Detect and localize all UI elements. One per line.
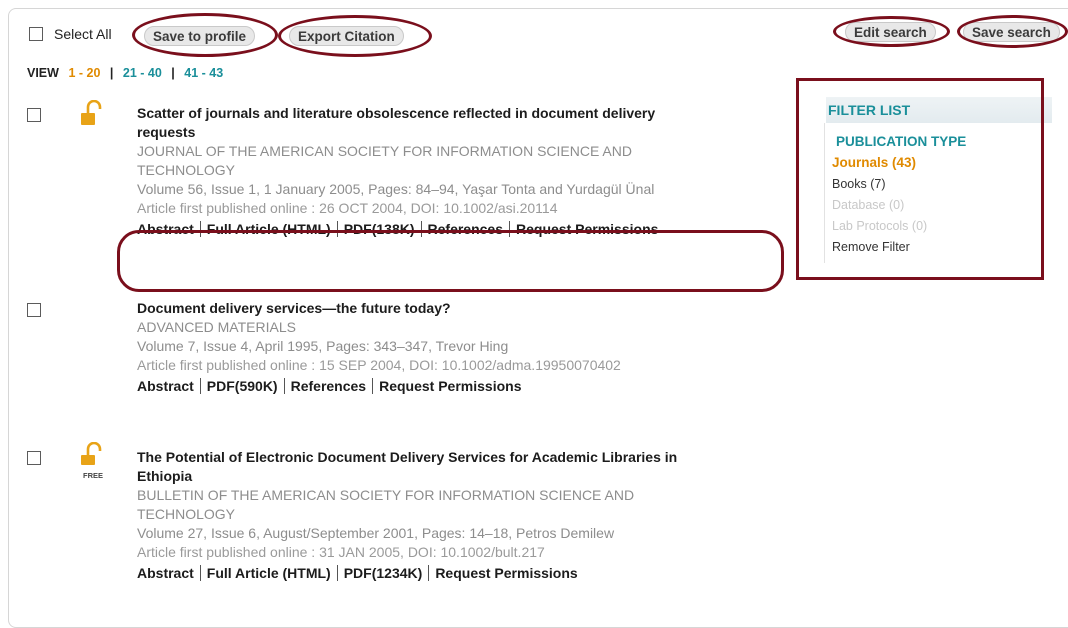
pdf-link[interactable]: PDF(590K) <box>207 378 278 394</box>
result-links: Abstract Full Article (HTML) PDF(138K) Refe… <box>137 220 807 239</box>
link-divider <box>336 565 338 581</box>
request-permissions-link[interactable]: Request Permissions <box>379 378 521 394</box>
result-published: Article first published online : 31 JAN … <box>137 544 545 560</box>
publication-type-heading: PUBLICATION TYPE <box>836 134 967 149</box>
result-links: Abstract PDF(590K) References Request Permi… <box>137 377 807 396</box>
page-divider: | <box>109 66 114 80</box>
result-links: Abstract Full Article (HTML) PDF(1234K) Req… <box>137 564 807 583</box>
open-lock-icon <box>81 100 102 125</box>
filter-lab-protocols: Lab Protocols (0) <box>832 219 928 233</box>
page-divider: | <box>171 66 175 80</box>
link-divider <box>372 378 374 394</box>
result-journal[interactable]: BULLETIN OF THE AMERICAN SOCIETY FOR INF… <box>137 486 807 524</box>
result-title[interactable]: The Potential of Electronic Document Del… <box>137 448 807 486</box>
abstract-link[interactable]: Abstract <box>137 565 194 581</box>
result-journal[interactable]: ADVANCED MATERIALS <box>137 318 807 337</box>
link-divider <box>509 221 511 237</box>
abstract-link[interactable]: Abstract <box>137 221 194 237</box>
result-item: The Potential of Electronic Document Del… <box>137 448 807 583</box>
result-title[interactable]: Scatter of journals and literature obsol… <box>137 104 807 142</box>
link-divider <box>420 221 422 237</box>
filter-list-title: FILTER LIST <box>826 97 1052 123</box>
result-journal[interactable]: JOURNAL OF THE AMERICAN SOCIETY FOR INFO… <box>137 142 807 180</box>
references-link[interactable]: References <box>291 378 367 394</box>
filter-journals[interactable]: Journals (43) <box>832 155 916 170</box>
filter-panel-edge <box>824 123 825 263</box>
filter-books[interactable]: Books (7) <box>832 177 886 191</box>
result-title[interactable]: Document delivery services—the future to… <box>137 299 807 318</box>
save-to-profile-button[interactable]: Save to profile <box>144 26 256 46</box>
result-checkbox[interactable] <box>27 303 41 317</box>
request-permissions-link[interactable]: Request Permissions <box>516 221 658 237</box>
result-details: Volume 27, Issue 6, August/September 200… <box>137 525 615 541</box>
page-link-3[interactable]: 41 - 43 <box>184 66 223 80</box>
link-divider <box>283 378 285 394</box>
view-label: VIEW <box>27 66 59 80</box>
link-divider <box>199 565 201 581</box>
result-checkbox[interactable] <box>27 108 41 122</box>
result-item: Document delivery services—the future to… <box>137 299 807 396</box>
result-published: Article first published online : 26 OCT … <box>137 200 558 216</box>
open-lock-icon <box>81 442 102 465</box>
result-published: Article first published online : 15 SEP … <box>137 357 621 373</box>
request-permissions-link[interactable]: Request Permissions <box>435 565 577 581</box>
remove-filter-link[interactable]: Remove Filter <box>832 240 910 254</box>
export-citation-button[interactable]: Export Citation <box>289 26 404 46</box>
link-divider <box>199 378 201 394</box>
pagination: VIEW 1 - 20 | 21 - 40 | 41 - 43 <box>27 66 223 80</box>
result-details: Volume 7, Issue 4, April 1995, Pages: 34… <box>137 338 509 354</box>
link-divider <box>336 221 338 237</box>
edit-search-button[interactable]: Edit search <box>845 22 936 42</box>
link-divider <box>199 221 201 237</box>
result-item: Scatter of journals and literature obsol… <box>137 104 807 239</box>
pdf-link[interactable]: PDF(138K) <box>344 221 415 237</box>
pdf-link[interactable]: PDF(1234K) <box>344 565 423 581</box>
full-article-link[interactable]: Full Article (HTML) <box>207 565 331 581</box>
page-link-2[interactable]: 21 - 40 <box>123 66 162 80</box>
result-details: Volume 56, Issue 1, 1 January 2005, Page… <box>137 181 655 197</box>
select-all-label: Select All <box>54 26 112 42</box>
free-badge: FREE <box>83 471 104 480</box>
save-search-button[interactable]: Save search <box>963 22 1060 42</box>
full-article-link[interactable]: Full Article (HTML) <box>207 221 331 237</box>
link-divider <box>428 565 430 581</box>
abstract-link[interactable]: Abstract <box>137 378 194 394</box>
filter-database: Database (0) <box>832 198 905 212</box>
result-checkbox[interactable] <box>27 451 41 465</box>
page-current: 1 - 20 <box>68 66 101 80</box>
references-link[interactable]: References <box>428 221 504 237</box>
select-all-checkbox[interactable] <box>29 27 43 41</box>
